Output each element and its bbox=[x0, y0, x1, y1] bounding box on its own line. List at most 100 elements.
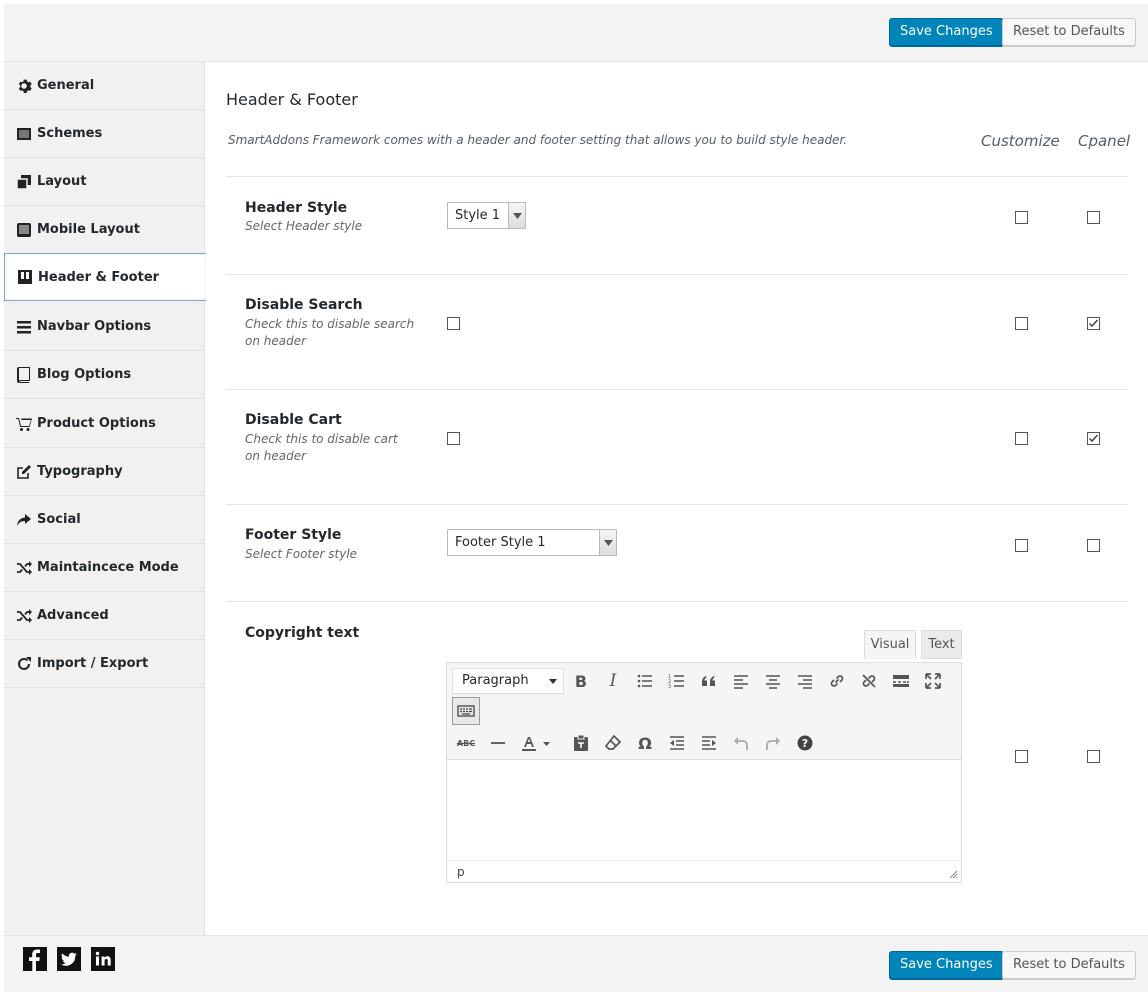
sidebar-item-blog-options[interactable]: Blog Options bbox=[4, 351, 204, 399]
align-left-button[interactable] bbox=[727, 667, 755, 695]
fullscreen-button[interactable] bbox=[919, 667, 947, 695]
paste-text-button[interactable] bbox=[567, 729, 595, 757]
insert-link-button[interactable] bbox=[823, 667, 851, 695]
rich-text-editor: Paragraph B I 123 ABC Ω ? p bbox=[446, 662, 962, 883]
footer-style-desc: Select Footer style bbox=[245, 547, 358, 561]
editor-content-area[interactable] bbox=[447, 761, 961, 861]
blockquote-icon bbox=[702, 676, 715, 686]
main-content: Header & Footer SmartAddons Framework co… bbox=[205, 62, 1148, 935]
tab-text[interactable]: Text bbox=[921, 630, 962, 659]
copyright-customize-checkbox[interactable] bbox=[1015, 750, 1028, 763]
sidebar-item-advanced[interactable]: Advanced bbox=[4, 592, 204, 640]
footer-bar: Save Changes Reset to Defaults bbox=[4, 935, 1148, 992]
sidebar-item-header-footer[interactable]: Header & Footer bbox=[4, 253, 206, 301]
chevron-down-icon bbox=[549, 679, 557, 684]
linkedin-icon[interactable] bbox=[91, 947, 115, 971]
sidebar-item-label: Schemes bbox=[37, 126, 103, 141]
blockquote-button[interactable] bbox=[695, 667, 723, 695]
sidebar-item-schemes[interactable]: Schemes bbox=[4, 110, 204, 158]
strikethrough-button[interactable]: ABC bbox=[452, 729, 480, 757]
facebook-icon[interactable] bbox=[23, 947, 47, 971]
strikethrough-icon: ABC bbox=[456, 738, 476, 748]
redo-button[interactable] bbox=[759, 729, 787, 757]
layout-icon bbox=[16, 174, 32, 190]
header-style-select[interactable]: Style 1 bbox=[447, 202, 526, 229]
sidebar-item-social[interactable]: Social bbox=[4, 496, 204, 544]
twitter-icon[interactable] bbox=[57, 947, 81, 971]
bold-button[interactable]: B bbox=[567, 667, 595, 695]
bold-icon: B bbox=[574, 671, 588, 691]
page-title: Header & Footer bbox=[226, 90, 358, 109]
sidebar-item-maintenance-mode[interactable]: Maintaincece Mode bbox=[4, 544, 204, 592]
disable-cart-checkbox[interactable] bbox=[447, 432, 460, 445]
reset-defaults-button[interactable]: Reset to Defaults bbox=[1002, 951, 1136, 979]
read-more-button[interactable] bbox=[887, 667, 915, 695]
outdent-icon bbox=[670, 736, 684, 750]
align-center-button[interactable] bbox=[759, 667, 787, 695]
divider bbox=[226, 176, 1128, 177]
sidebar-item-import-export[interactable]: Import / Export bbox=[4, 640, 204, 688]
clear-formatting-button[interactable] bbox=[599, 729, 627, 757]
sidebar-item-label: Import / Export bbox=[37, 656, 149, 671]
reset-defaults-button[interactable]: Reset to Defaults bbox=[1002, 18, 1136, 46]
sidebar-item-typography[interactable]: Typography bbox=[4, 448, 204, 496]
horizontal-line-icon bbox=[491, 742, 505, 744]
header-style-customize-checkbox[interactable] bbox=[1015, 211, 1028, 224]
bullet-list-button[interactable] bbox=[631, 667, 659, 695]
disable-cart-desc: Check this to disable cart on header bbox=[245, 432, 398, 463]
sidebar-item-navbar-options[interactable]: Navbar Options bbox=[4, 303, 204, 351]
sidebar-item-general[interactable]: General bbox=[4, 62, 204, 110]
link-icon bbox=[830, 675, 844, 687]
help-button[interactable]: ? bbox=[791, 729, 819, 757]
read-more-icon bbox=[893, 675, 909, 687]
footer-style-customize-checkbox[interactable] bbox=[1015, 539, 1028, 552]
top-toolbar: Save Changes Reset to Defaults bbox=[4, 4, 1148, 62]
text-color-button[interactable] bbox=[516, 729, 556, 757]
schemes-icon bbox=[16, 126, 32, 142]
editor-status-path: p bbox=[447, 860, 961, 882]
increase-indent-button[interactable] bbox=[695, 729, 723, 757]
bullet-list-icon bbox=[637, 674, 652, 688]
sidebar-item-label: Social bbox=[37, 512, 81, 527]
sidebar-item-product-options[interactable]: Product Options bbox=[4, 400, 204, 448]
edit-icon bbox=[16, 464, 32, 480]
sidebar-item-label: Header & Footer bbox=[38, 269, 160, 285]
tab-visual[interactable]: Visual bbox=[864, 630, 916, 659]
sidebar-item-layout[interactable]: Layout bbox=[4, 158, 204, 206]
align-center-icon bbox=[766, 675, 780, 689]
numbered-list-button[interactable]: 123 bbox=[663, 667, 691, 695]
omega-icon: Ω bbox=[638, 733, 652, 753]
special-character-button[interactable]: Ω bbox=[631, 729, 659, 757]
copyright-cpanel-checkbox[interactable] bbox=[1087, 750, 1100, 763]
disable-search-checkbox[interactable] bbox=[447, 317, 460, 330]
align-right-button[interactable] bbox=[791, 667, 819, 695]
header-style-label: Header Style bbox=[245, 200, 348, 216]
disable-cart-cpanel-checkbox[interactable] bbox=[1087, 432, 1100, 445]
header-style-cpanel-checkbox[interactable] bbox=[1087, 211, 1100, 224]
clipboard-icon bbox=[574, 734, 588, 751]
disable-search-customize-checkbox[interactable] bbox=[1015, 317, 1028, 330]
checkmark-icon bbox=[1088, 434, 1099, 443]
keyboard-icon bbox=[457, 705, 475, 717]
sidebar-item-mobile-layout[interactable]: Mobile Layout bbox=[4, 206, 204, 254]
horizontal-line-button[interactable] bbox=[484, 729, 512, 757]
book-icon bbox=[16, 366, 32, 383]
footer-style-cpanel-checkbox[interactable] bbox=[1087, 539, 1100, 552]
save-changes-button[interactable]: Save Changes bbox=[889, 18, 1004, 46]
disable-cart-customize-checkbox[interactable] bbox=[1015, 432, 1028, 445]
italic-button[interactable]: I bbox=[599, 667, 627, 695]
remove-link-button[interactable] bbox=[855, 667, 883, 695]
column-customize: Customize bbox=[981, 132, 1060, 150]
sidebar-item-label: General bbox=[37, 78, 95, 93]
undo-button[interactable] bbox=[727, 729, 755, 757]
checkmark-icon bbox=[1088, 319, 1099, 328]
sidebar-item-label: Blog Options bbox=[37, 367, 132, 382]
decrease-indent-button[interactable] bbox=[663, 729, 691, 757]
save-changes-button[interactable]: Save Changes bbox=[889, 951, 1004, 979]
footer-style-select[interactable]: Footer Style 1 bbox=[447, 529, 617, 556]
disable-search-cpanel-checkbox[interactable] bbox=[1087, 317, 1100, 330]
toolbar-toggle-button[interactable] bbox=[452, 697, 480, 725]
redo-icon bbox=[766, 737, 780, 750]
resize-handle-icon[interactable] bbox=[949, 870, 958, 879]
format-select[interactable]: Paragraph bbox=[452, 668, 564, 694]
